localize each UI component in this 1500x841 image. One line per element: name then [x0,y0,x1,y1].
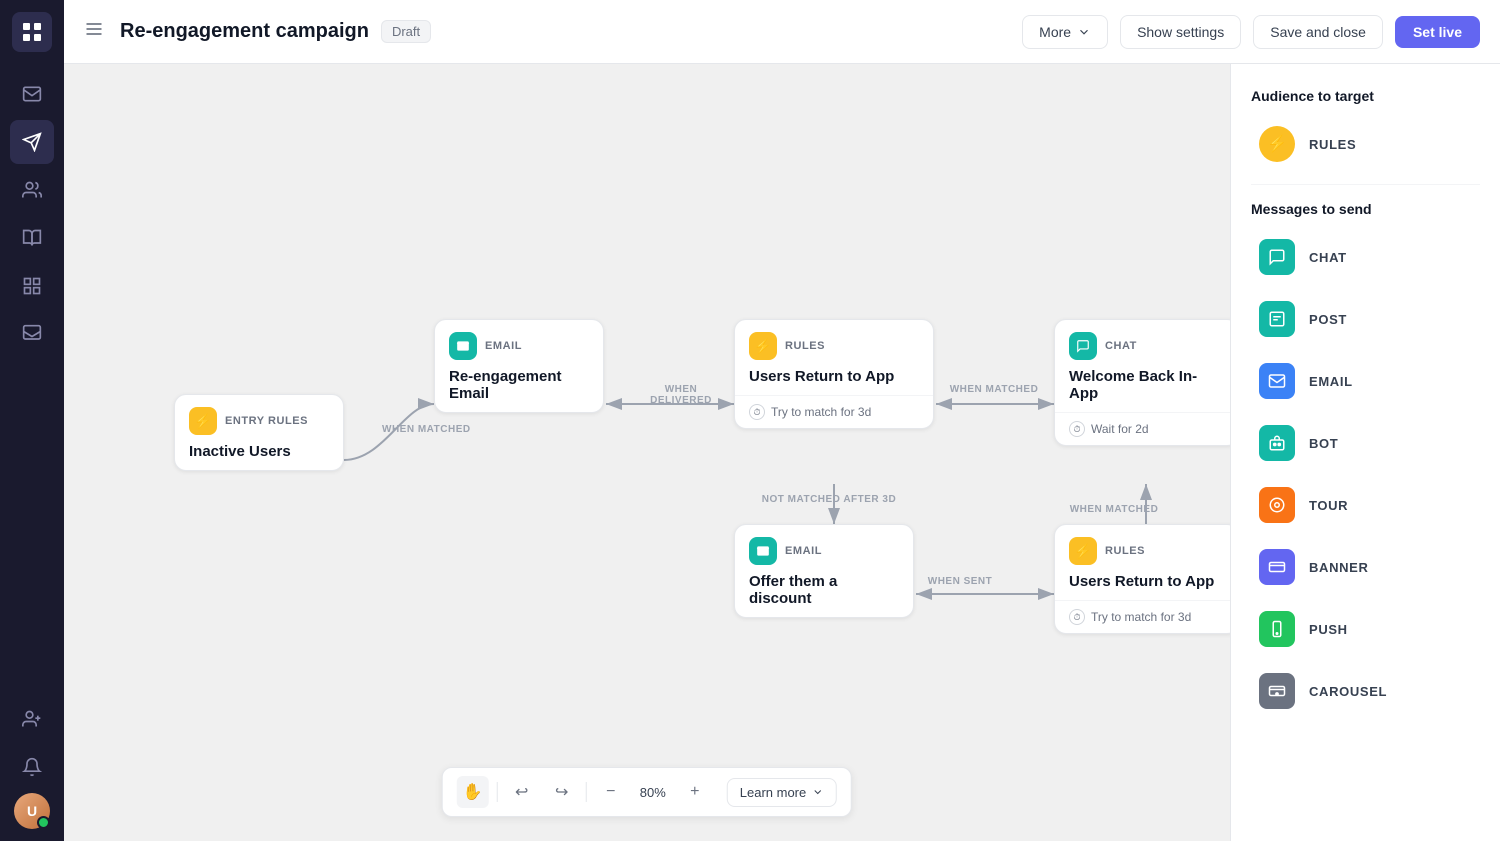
email-panel-label: EMAIL [1309,374,1353,389]
email2-title: Offer them a discount [735,573,913,617]
learn-more-button[interactable]: Learn more [727,778,837,807]
post-panel-label: POST [1309,312,1347,327]
sidebar-item-users[interactable] [10,168,54,212]
chat-panel-icon [1259,239,1295,275]
rules1-icon: ⚡ [749,332,777,360]
rules2-title: Users Return to App [1055,573,1230,600]
messages-section-title: Messages to send [1251,201,1480,217]
rules2-sub: ⏱ Try to match for 3d [1055,600,1230,633]
panel-item-post[interactable]: POST [1251,295,1480,343]
chat-type: CHAT [1105,340,1137,352]
hand-tool-button[interactable]: ✋ [457,776,489,808]
email1-type: EMAIL [485,340,522,352]
post-panel-icon [1259,301,1295,337]
connector-when-sent: WHEN SENT [920,576,1000,587]
tour-panel-icon [1259,487,1295,523]
zoom-level: 80% [635,785,671,800]
bot-panel-icon [1259,425,1295,461]
sidebar-item-reports[interactable] [10,264,54,308]
banner-panel-icon [1259,549,1295,585]
chat-icon [1069,332,1097,360]
carousel-panel-label: CAROUSEL [1309,684,1387,699]
entry-rules-node[interactable]: ⚡ ENTRY RULES Inactive Users [174,394,344,471]
rules2-type: RULES [1105,545,1145,557]
redo-button[interactable]: ↪ [546,776,578,808]
more-button[interactable]: More [1022,15,1108,49]
flow-canvas[interactable]: WHEN MATCHED WHEN DELIVERED WHEN MATCHED… [64,64,1230,841]
rules2-icon: ⚡ [1069,537,1097,565]
push-panel-label: PUSH [1309,622,1348,637]
rules-node-1[interactable]: ⚡ RULES Users Return to App ⏱ Try to mat… [734,319,934,429]
undo-button[interactable]: ↩ [506,776,538,808]
status-badge: Draft [381,20,431,43]
email2-icon [749,537,777,565]
entry-rules-icon: ⚡ [189,407,217,435]
connector-when-matched-2: WHEN MATCHED [944,384,1044,395]
connector-when-matched-3: WHEN MATCHED [1054,504,1174,515]
connector-when-delivered: WHEN DELIVERED [636,384,726,406]
save-close-button[interactable]: Save and close [1253,15,1383,49]
sidebar-item-campaigns[interactable] [10,120,54,164]
panel-item-push[interactable]: PUSH [1251,605,1480,653]
sidebar-item-add-group[interactable] [10,697,54,741]
set-live-button[interactable]: Set live [1395,16,1480,48]
user-avatar[interactable]: U [14,793,50,829]
connector-not-matched: NOT MATCHED AFTER 3D [744,494,914,505]
panel-item-carousel[interactable]: CAROUSEL [1251,667,1480,715]
bottom-toolbar: ✋ ↩ ↪ − 80% + Learn more [442,767,852,817]
header: Re-engagement campaign Draft More Show s… [64,0,1500,64]
email-node-1[interactable]: EMAIL Re-engagement Email [434,319,604,413]
email1-title: Re-engagement Email [435,368,603,412]
tour-panel-label: TOUR [1309,498,1348,513]
right-panel: Audience to target ⚡ RULES Messages to s… [1230,64,1500,841]
menu-icon[interactable] [84,19,104,44]
zoom-in-button[interactable]: + [679,776,711,808]
email1-icon [449,332,477,360]
audience-section-title: Audience to target [1251,88,1480,104]
email-panel-icon [1259,363,1295,399]
chat-sub: ⏱ Wait for 2d [1055,412,1230,445]
panel-item-email[interactable]: EMAIL [1251,357,1480,405]
rules-audience-icon: ⚡ [1259,126,1295,162]
sidebar-item-inbox[interactable] [10,72,54,116]
panel-divider [1251,184,1480,185]
entry-rules-type: ENTRY RULES [225,415,308,427]
chat-node[interactable]: CHAT Welcome Back In-App ⏱ Wait for 2d [1054,319,1230,446]
toolbar-divider-1 [497,782,498,802]
panel-item-chat[interactable]: CHAT [1251,233,1480,281]
app-logo[interactable] [12,12,52,52]
email2-type: EMAIL [785,545,822,557]
connector-when-matched-1: WHEN MATCHED [382,424,471,435]
panel-item-tour[interactable]: TOUR [1251,481,1480,529]
rules1-type: RULES [785,340,825,352]
email-node-2[interactable]: EMAIL Offer them a discount [734,524,914,618]
main-container: Re-engagement campaign Draft More Show s… [64,0,1500,841]
bot-panel-label: BOT [1309,436,1338,451]
chat-panel-label: CHAT [1309,250,1347,265]
content-area: WHEN MATCHED WHEN DELIVERED WHEN MATCHED… [64,64,1500,841]
rules1-title: Users Return to App [735,368,933,395]
page-title: Re-engagement campaign [120,20,369,43]
chat-title: Welcome Back In-App [1055,368,1230,412]
panel-item-bot[interactable]: BOT [1251,419,1480,467]
entry-rules-title: Inactive Users [175,443,343,470]
sidebar-item-knowledge[interactable] [10,216,54,260]
panel-item-banner[interactable]: BANNER [1251,543,1480,591]
sidebar-item-messages[interactable] [10,312,54,356]
push-panel-icon [1259,611,1295,647]
banner-panel-label: BANNER [1309,560,1369,575]
sidebar-item-bell[interactable] [10,745,54,789]
panel-item-rules-audience[interactable]: ⚡ RULES [1251,120,1480,168]
toolbar-divider-2 [586,782,587,802]
rules-node-2[interactable]: ⚡ RULES Users Return to App ⏱ Try to mat… [1054,524,1230,634]
rules1-sub: ⏱ Try to match for 3d [735,395,933,428]
flow-diagram: WHEN MATCHED WHEN DELIVERED WHEN MATCHED… [64,64,1230,841]
sidebar: U [0,0,64,841]
zoom-out-button[interactable]: − [595,776,627,808]
carousel-panel-icon [1259,673,1295,709]
show-settings-button[interactable]: Show settings [1120,15,1241,49]
rules-audience-label: RULES [1309,137,1356,152]
